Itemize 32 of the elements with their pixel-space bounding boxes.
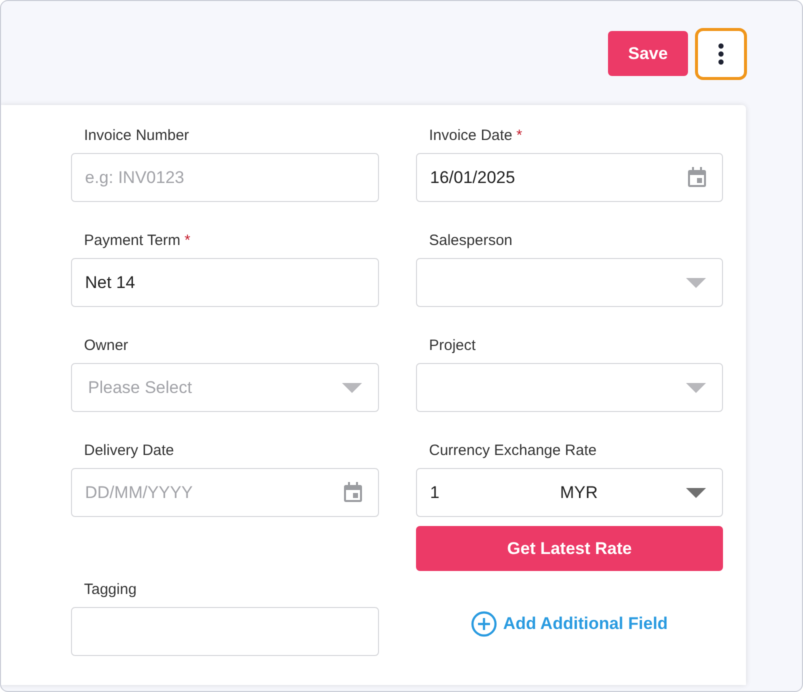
required-mark: * — [184, 232, 190, 249]
input-field[interactable]: Net 14 — [71, 258, 379, 307]
select-field[interactable]: Please Select — [71, 363, 379, 412]
field-label: Currency Exchange Rate — [429, 442, 597, 459]
field-label: Invoice Number — [84, 127, 190, 144]
add-field-link[interactable]: Add Additional Field — [471, 611, 668, 637]
select-field[interactable] — [416, 363, 723, 412]
input-field[interactable] — [71, 607, 379, 656]
calendar-icon — [688, 167, 706, 187]
date-field[interactable]: DD/MM/YYYY — [71, 468, 379, 517]
plus-circle-icon — [471, 611, 498, 637]
calendar-icon — [344, 482, 362, 502]
caret-icon — [686, 382, 706, 392]
caret-icon — [686, 278, 706, 288]
field-label: Invoice Date — [429, 127, 512, 144]
field-label: Owner — [84, 337, 128, 354]
caret-icon — [686, 488, 706, 498]
save-button[interactable]: Save — [608, 31, 688, 76]
get-latest-rate-button[interactable]: Get Latest Rate — [416, 526, 723, 571]
required-mark: * — [516, 127, 522, 144]
field-label: Payment Term — [84, 232, 180, 249]
field-label: Tagging — [84, 581, 137, 598]
field-label: Project — [429, 337, 476, 354]
date-field[interactable]: 16/01/2025 — [416, 153, 723, 202]
more-icon — [718, 43, 724, 65]
field-label: Salesperson — [429, 232, 512, 249]
exchange-rate-field[interactable]: 1 MYR — [416, 468, 723, 517]
field-label: Delivery Date — [84, 442, 174, 459]
more-options-button[interactable] — [695, 28, 747, 80]
input-field[interactable]: e.g: INV0123 — [71, 153, 379, 202]
caret-icon — [342, 382, 362, 392]
select-field[interactable] — [416, 258, 723, 307]
